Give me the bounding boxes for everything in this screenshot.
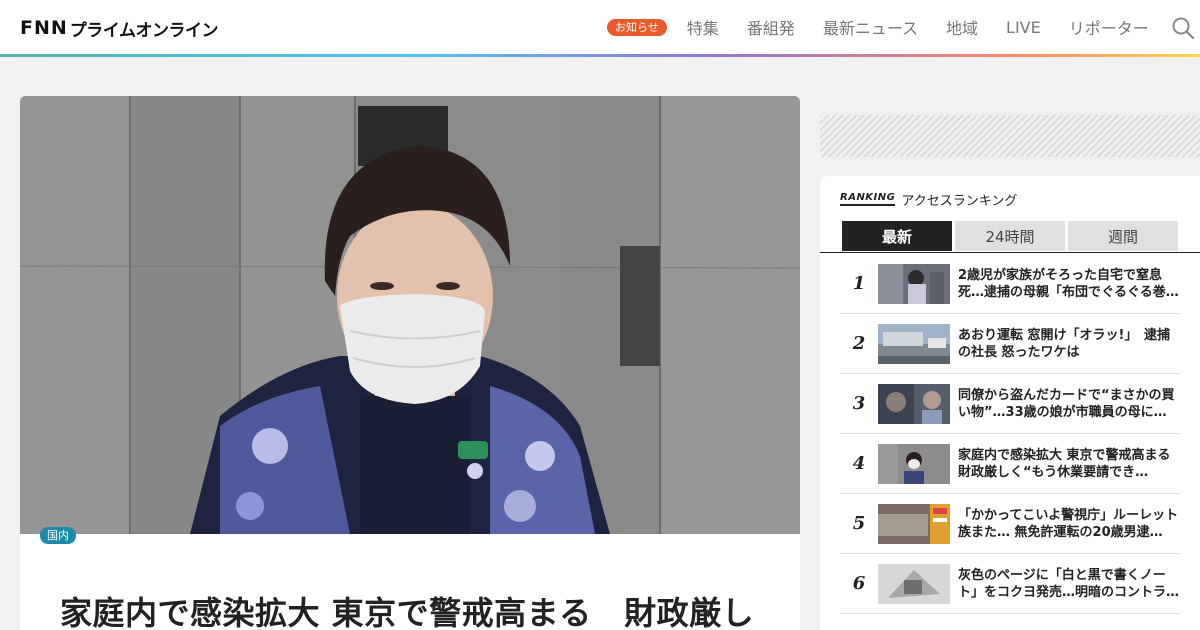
nav-item-live[interactable]: LIVE bbox=[1006, 18, 1041, 37]
tab-24-hours[interactable]: 24時間 bbox=[955, 221, 1065, 251]
ranking-item-3[interactable]: 3 同僚から盗んだカードで“まさかの買い物”…33歳の娘が市職員の母に… bbox=[840, 374, 1180, 434]
ranking-headline: 「かかってこいよ警視庁」ルーレット族また… 無免許運転の20歳男逮… bbox=[958, 507, 1179, 540]
ranking-headline: 2歳児が家族がそろった自宅で窒息死…逮捕の母親「布団でぐるぐる巻… bbox=[958, 267, 1179, 300]
nav-item-regions[interactable]: 地域 bbox=[946, 15, 978, 39]
rank-number: 6 bbox=[852, 573, 866, 594]
thumbnail-image bbox=[878, 503, 950, 544]
ranking-headline: 灰色のページに「白と黒で書くノート」をコクヨ発売…明暗のコントラ… bbox=[958, 567, 1180, 600]
ranking-item-6[interactable]: 6 灰色のページに「白と黒で書くノート」をコクヨ発売…明暗のコントラ… bbox=[840, 554, 1180, 614]
ad-placeholder bbox=[820, 115, 1200, 157]
thumbnail-image bbox=[878, 323, 950, 364]
thumbnail-image bbox=[878, 263, 950, 304]
header-color-bar bbox=[0, 54, 1200, 57]
site-logo[interactable]: FNN プライムオンライン bbox=[20, 16, 219, 41]
nav-item-latest-news[interactable]: 最新ニュース bbox=[823, 15, 918, 39]
logo-fnn: FNN bbox=[20, 17, 68, 39]
tab-weekly[interactable]: 週間 bbox=[1068, 221, 1178, 251]
ranking-tabs: 最新 24時間 週間 bbox=[842, 221, 1181, 251]
ranking-headline: 家庭内で感染拡大 東京で警戒高まる 財政厳しく“もう休業要請でき… bbox=[958, 447, 1180, 480]
ranking-title: アクセスランキング bbox=[901, 194, 1018, 209]
rank-number: 3 bbox=[852, 393, 866, 414]
rank-number: 2 bbox=[852, 333, 866, 354]
search-icon[interactable] bbox=[1172, 17, 1194, 39]
access-ranking-widget: RANKING アクセスランキング 最新 24時間 週間 1 2歳児が家族がそろ… bbox=[820, 176, 1200, 630]
nav-item-reporters[interactable]: リポーター bbox=[1069, 15, 1149, 39]
site-header: FNN プライムオンライン お知らせ 特集 番組発 最新ニュース 地域 LIVE… bbox=[0, 0, 1200, 54]
ranking-item-2[interactable]: 2 あおり運転 窓開け「オラッ!」 逮捕の社長 怒ったワケは bbox=[840, 314, 1180, 374]
notice-badge[interactable]: お知らせ bbox=[607, 18, 667, 36]
ranking-logo: RANKING bbox=[840, 193, 896, 206]
hero-photo bbox=[20, 96, 800, 534]
thumbnail-image bbox=[878, 383, 950, 424]
ranking-item-4[interactable]: 4 家庭内で感染拡大 東京で警戒高まる 財政厳しく“もう休業要請でき… bbox=[840, 434, 1180, 494]
article-title[interactable]: 家庭内で感染拡大 東京で警戒高まる 財政厳し bbox=[60, 588, 780, 630]
tab-latest[interactable]: 最新 bbox=[842, 221, 952, 251]
rank-number: 1 bbox=[852, 273, 866, 294]
nav-item-features[interactable]: 特集 bbox=[687, 15, 719, 39]
ranking-headline: あおり運転 窓開け「オラッ!」 逮捕の社長 怒ったワケは bbox=[958, 327, 1170, 360]
main-nav: お知らせ 特集 番組発 最新ニュース 地域 LIVE リポーター bbox=[607, 0, 1169, 54]
rank-number: 4 bbox=[852, 453, 866, 474]
ranking-item-1[interactable]: 1 2歳児が家族がそろった自宅で窒息死…逮捕の母親「布団でぐるぐる巻… bbox=[840, 254, 1180, 314]
ranking-headline: 同僚から盗んだカードで“まさかの買い物”…33歳の娘が市職員の母に… bbox=[958, 387, 1175, 420]
ranking-list: 1 2歳児が家族がそろった自宅で窒息死…逮捕の母親「布団でぐるぐる巻… 2 あお… bbox=[840, 254, 1180, 614]
tabs-divider bbox=[820, 252, 1200, 253]
article-hero-image[interactable] bbox=[20, 96, 800, 534]
logo-prime-online: プライムオンライン bbox=[69, 20, 219, 41]
thumbnail-image bbox=[878, 563, 950, 604]
rank-number: 5 bbox=[852, 513, 866, 534]
nav-item-programs[interactable]: 番組発 bbox=[747, 15, 795, 39]
ranking-item-5[interactable]: 5 「かかってこいよ警視庁」ルーレット族また… 無免許運転の20歳男逮… bbox=[840, 494, 1180, 554]
ranking-header: RANKING アクセスランキング bbox=[840, 190, 1017, 209]
category-badge[interactable]: 国内 bbox=[40, 527, 76, 544]
thumbnail-image bbox=[878, 443, 950, 484]
